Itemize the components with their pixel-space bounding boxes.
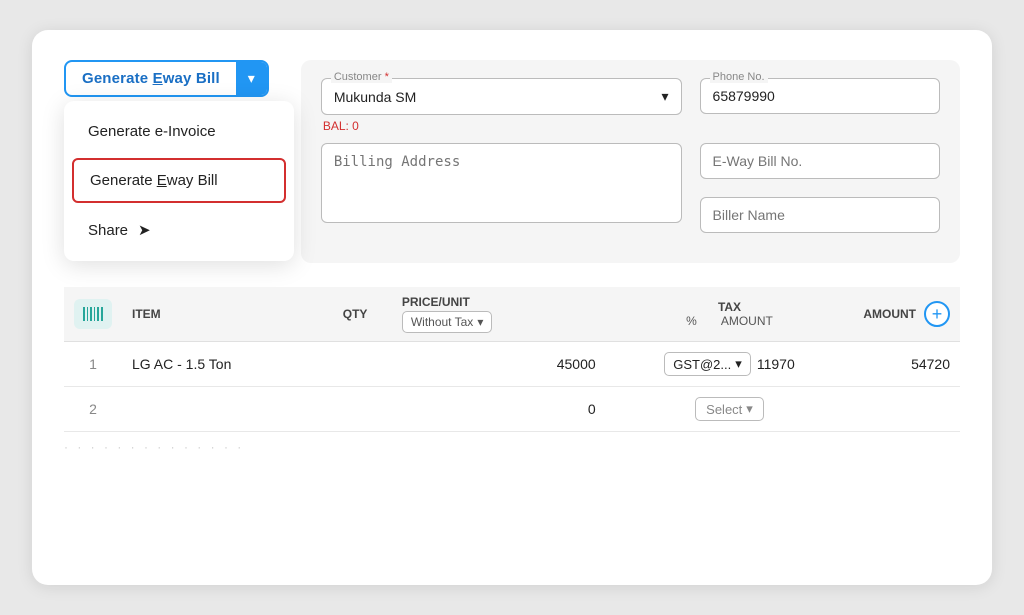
phone-group: Phone No. bbox=[700, 78, 940, 133]
form-row-1: Customer * Mukunda SM ▾ BAL: 0 Phone No. bbox=[321, 78, 940, 133]
row1-gst-label: GST@2... bbox=[673, 357, 731, 372]
eway-bill-input[interactable] bbox=[700, 143, 940, 179]
row2-item[interactable] bbox=[122, 387, 318, 432]
row1-gst-select[interactable]: GST@2... ▾ bbox=[664, 352, 751, 376]
balance-text: BAL: 0 bbox=[323, 119, 682, 133]
customer-chevron-icon: ▾ bbox=[662, 88, 669, 105]
main-button-chevron-icon[interactable]: ▾ bbox=[236, 62, 267, 95]
row1-tax: GST@2... ▾ 11970 bbox=[606, 342, 854, 387]
table-row: 1 LG AC - 1.5 Ton 45000 GST@2... ▾ 11970 bbox=[64, 342, 960, 387]
phone-label: Phone No. bbox=[710, 71, 768, 83]
th-item: ITEM bbox=[122, 287, 318, 342]
biller-name-input[interactable] bbox=[700, 197, 940, 233]
th-price-unit: PRICE/UNIT Without Tax ▾ bbox=[392, 287, 606, 342]
customer-label: Customer * bbox=[331, 71, 392, 83]
phone-input[interactable] bbox=[700, 78, 940, 114]
right-form-group bbox=[700, 143, 940, 233]
billing-address-group bbox=[321, 143, 682, 233]
row2-price: 0 bbox=[392, 387, 606, 432]
row2-select-label: Select bbox=[706, 402, 742, 417]
row1-price: 45000 bbox=[392, 342, 606, 387]
row2-qty[interactable] bbox=[318, 387, 391, 432]
row1-amount: 54720 bbox=[853, 342, 960, 387]
add-row-button[interactable]: + bbox=[924, 301, 950, 327]
row2-tax: Select ▾ bbox=[606, 387, 854, 432]
table-section: ITEM QTY PRICE/UNIT Without Tax ▾ bbox=[64, 287, 960, 454]
price-type-select[interactable]: Without Tax ▾ bbox=[402, 311, 493, 333]
main-button[interactable]: Generate Eway Bill ▾ bbox=[64, 60, 269, 97]
dropdown-item-einvoice[interactable]: Generate e-Invoice bbox=[64, 109, 294, 154]
dropdown-item-share[interactable]: Share ➤ bbox=[64, 207, 294, 253]
dropdown-menu: Generate e-Invoice Generate Eway Bill Sh… bbox=[64, 101, 294, 261]
row2-select-chevron-icon: ▾ bbox=[746, 401, 753, 417]
form-section: Customer * Mukunda SM ▾ BAL: 0 Phone No. bbox=[301, 60, 960, 263]
row1-gst-chevron-icon: ▾ bbox=[735, 356, 742, 372]
row2-amount bbox=[853, 387, 960, 432]
dropdown-area: Generate Eway Bill ▾ Generate e-Invoice … bbox=[64, 60, 269, 97]
th-tax: TAX % AMOUNT bbox=[606, 287, 854, 342]
form-row-2 bbox=[321, 143, 940, 233]
top-section: Generate Eway Bill ▾ Generate e-Invoice … bbox=[64, 60, 960, 263]
price-type-chevron-icon: ▾ bbox=[477, 315, 483, 329]
main-card: Generate Eway Bill ▾ Generate e-Invoice … bbox=[32, 30, 992, 585]
row1-item: LG AC - 1.5 Ton bbox=[122, 342, 318, 387]
dots-row: · · · · · · · · · · · · · · bbox=[64, 432, 960, 454]
main-button-label: Generate Eway Bill bbox=[66, 62, 236, 95]
th-barcode bbox=[64, 287, 122, 342]
th-qty: QTY bbox=[318, 287, 391, 342]
row2-tax-select[interactable]: Select ▾ bbox=[695, 397, 764, 421]
row1-tax-amount: 11970 bbox=[755, 356, 795, 372]
customer-group: Customer * Mukunda SM ▾ BAL: 0 bbox=[321, 78, 682, 133]
row1-qty[interactable] bbox=[318, 342, 391, 387]
items-table: ITEM QTY PRICE/UNIT Without Tax ▾ bbox=[64, 287, 960, 432]
table-row: 2 0 Select ▾ bbox=[64, 387, 960, 432]
dropdown-item-eway[interactable]: Generate Eway Bill bbox=[72, 158, 286, 203]
row1-num: 1 bbox=[64, 342, 122, 387]
customer-select[interactable]: Mukunda SM ▾ bbox=[321, 78, 682, 115]
th-amount: AMOUNT + bbox=[853, 287, 960, 342]
share-icon: ➤ bbox=[138, 221, 151, 239]
billing-address-input[interactable] bbox=[321, 143, 682, 223]
customer-value: Mukunda SM bbox=[334, 89, 416, 105]
barcode-icon bbox=[74, 299, 112, 329]
row2-num: 2 bbox=[64, 387, 122, 432]
